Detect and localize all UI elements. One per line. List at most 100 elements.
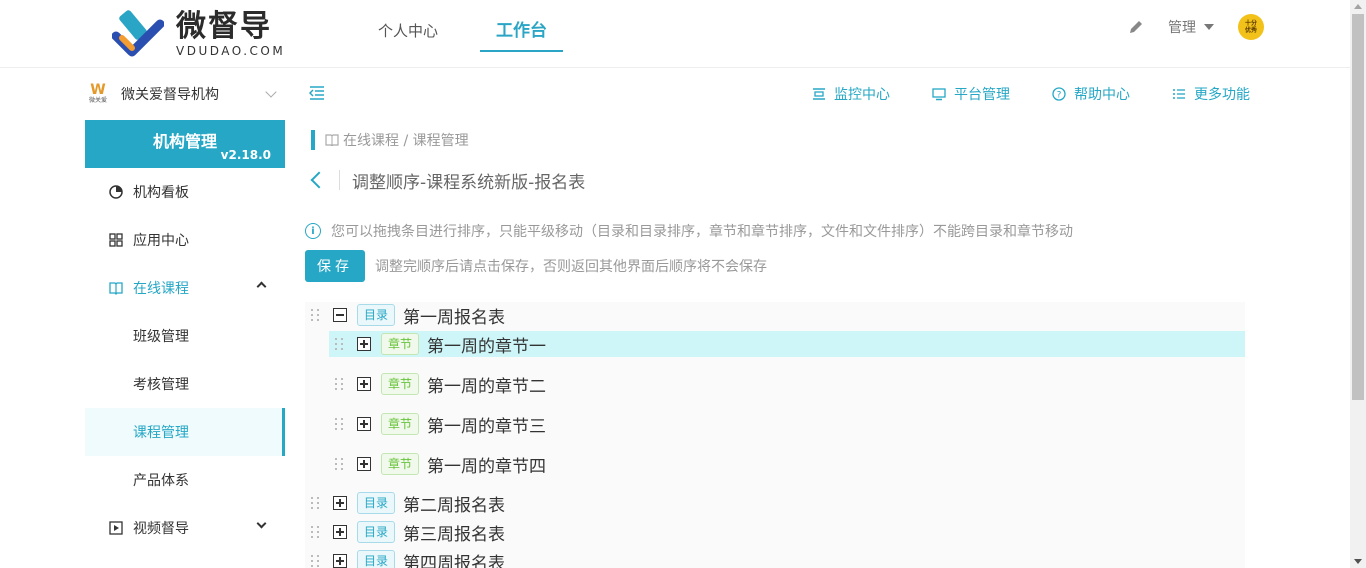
desktop-icon (932, 88, 946, 101)
info-tip: i 您可以拖拽条目进行排序，只能平级移动（目录和目录排序，章节和章节排序，文件和… (305, 221, 1073, 241)
play-icon (109, 521, 123, 535)
monitor-icon (813, 88, 825, 100)
expand-icon[interactable] (333, 496, 347, 510)
info-icon: i (305, 223, 321, 239)
drag-handle-icon[interactable] (335, 377, 347, 391)
page-title: 调整顺序-课程系统新版-报名表 (352, 172, 586, 193)
collapse-icon[interactable] (333, 308, 347, 322)
scroll-down-icon[interactable] (1354, 559, 1362, 564)
drag-handle-icon[interactable] (311, 525, 323, 539)
sidebar-item-product-system[interactable]: 产品体系 (85, 456, 285, 504)
drag-handle-icon[interactable] (311, 496, 323, 510)
avatar-text-bottom: 优秀 (1244, 27, 1257, 34)
org-logo-w-icon: W (90, 82, 106, 98)
tree-row-chapter[interactable]: 章节 第一周的章节二 (329, 371, 1245, 397)
expand-icon[interactable] (357, 457, 371, 471)
tree-row-label: 第一周的章节二 (427, 376, 547, 397)
sidebar-item-label: 机构看板 (133, 185, 189, 201)
tree-row-directory[interactable]: 目录 第三周报名表 (305, 519, 1245, 545)
directory-tag: 目录 (357, 550, 396, 568)
nav-workbench[interactable]: 工作台 (480, 0, 564, 52)
expand-icon[interactable] (357, 337, 371, 351)
sidebar-item-class-management[interactable]: 班级管理 (85, 312, 285, 360)
tree-row-directory[interactable]: 目录 第一周报名表 (305, 302, 1245, 328)
drag-handle-icon[interactable] (335, 457, 347, 471)
logo[interactable]: 微督导 VDUDAO.COM (112, 8, 285, 60)
sidebar-item-online-course[interactable]: 在线课程 (85, 264, 285, 312)
tool-link-label: 帮助中心 (1074, 87, 1130, 103)
directory-tag: 目录 (357, 521, 396, 543)
platform-management-link[interactable]: 平台管理 (932, 84, 1010, 104)
page-header: 调整顺序-课程系统新版-报名表 (305, 168, 586, 193)
logo-text-cn: 微督导 (176, 9, 272, 44)
tree-row-chapter[interactable]: 章节 第一周的章节一 (329, 331, 1245, 357)
sidebar-item-label: 视频督导 (133, 521, 189, 537)
org-logo-text: 微关爱 (88, 97, 107, 104)
sortable-tree: 目录 第一周报名表 章节 第一周的章节一 章节 第一周的章节二 章节 第一周的章… (305, 302, 1245, 568)
tree-row-label: 第一周的章节四 (427, 456, 547, 477)
tree-row-label: 第一周报名表 (403, 307, 506, 328)
save-hint: 调整完顺序后请点击保存，否则返回其他界面后顺序将不会保存 (375, 259, 767, 275)
sidebar-item-dashboard[interactable]: 机构看板 (85, 168, 285, 216)
breadcrumb-text[interactable]: 在线课程 / 课程管理 (343, 130, 469, 150)
logo-text-en: VDUDAO.COM (176, 44, 286, 58)
pie-chart-icon (109, 185, 123, 199)
more-features-link[interactable]: 更多功能 (1172, 84, 1250, 104)
grid-icon (109, 233, 123, 247)
sidebar-item-course-management[interactable]: 课程管理 (85, 408, 285, 456)
tree-row-label: 第二周报名表 (403, 495, 506, 516)
drag-handle-icon[interactable] (335, 417, 347, 431)
directory-tag: 目录 (357, 304, 396, 326)
admin-menu[interactable]: 管理 (1168, 17, 1196, 37)
avatar-text-top: 十分 (1244, 20, 1257, 27)
scrollbar-thumb[interactable] (1352, 14, 1364, 400)
avatar[interactable]: 十分 优秀 (1238, 14, 1264, 40)
tree-row-directory[interactable]: 目录 第二周报名表 (305, 490, 1245, 516)
scroll-up-icon[interactable] (1354, 4, 1362, 9)
sidebar-item-label: 在线课程 (133, 281, 189, 297)
page-scrollbar[interactable] (1350, 0, 1366, 568)
sidebar-item-app-center[interactable]: 应用中心 (85, 216, 285, 264)
expand-icon[interactable] (333, 554, 347, 568)
top-nav: 个人中心 工作台 (376, 0, 617, 68)
expand-icon[interactable] (357, 377, 371, 391)
directory-tag: 目录 (357, 492, 396, 514)
chevron-down-icon (256, 518, 267, 529)
pencil-icon[interactable] (1128, 19, 1144, 35)
chapter-tag: 章节 (381, 373, 420, 395)
tree-row-directory[interactable]: 目录 第四周报名表 (305, 548, 1245, 568)
tree-row-chapter[interactable]: 章节 第一周的章节三 (329, 411, 1245, 437)
expand-icon[interactable] (333, 525, 347, 539)
book-icon (109, 282, 123, 295)
question-circle-icon: ? (1052, 87, 1066, 101)
tree-row-chapter[interactable]: 章节 第一周的章节四 (329, 451, 1245, 477)
divider (339, 170, 340, 190)
chevron-up-icon (256, 281, 267, 292)
main-toolbar: 监控中心 平台管理 ? 帮助中心 更多功能 (305, 80, 1250, 108)
manage-card: 机构管理 v2.18.0 (85, 120, 285, 168)
caret-down-icon[interactable] (1204, 24, 1214, 30)
drag-handle-icon[interactable] (311, 554, 323, 568)
sidebar-item-exam-management[interactable]: 考核管理 (85, 360, 285, 408)
svg-text:?: ? (1057, 91, 1062, 101)
org-name: 微关爱督导机构 (121, 87, 219, 103)
sidebar-item-video-supervision[interactable]: 视频督导 (85, 504, 285, 552)
tree-row-label: 第三周报名表 (403, 524, 506, 545)
drag-handle-icon[interactable] (335, 337, 347, 351)
drag-handle-icon[interactable] (311, 308, 323, 322)
chapter-tag: 章节 (381, 413, 420, 435)
tree-row-label: 第四周报名表 (403, 553, 506, 568)
tree-row-label: 第一周的章节三 (427, 416, 547, 437)
back-arrow-icon[interactable] (310, 171, 328, 189)
nav-personal-center[interactable]: 个人中心 (376, 0, 440, 68)
help-center-link[interactable]: ? 帮助中心 (1052, 84, 1130, 104)
tip-text: 您可以拖拽条目进行排序，只能平级移动（目录和目录排序，章节和章节排序，文件和文件… (331, 224, 1073, 240)
save-button[interactable]: 保存 (305, 250, 365, 282)
expand-icon[interactable] (357, 417, 371, 431)
logo-icon (112, 10, 164, 57)
sidebar-item-label: 应用中心 (133, 233, 189, 249)
menu-collapse-icon[interactable] (309, 86, 325, 100)
org-selector[interactable]: W 微关爱 微关爱督导机构 (85, 69, 285, 119)
chevron-down-icon[interactable] (265, 86, 277, 98)
monitor-center-link[interactable]: 监控中心 (812, 84, 890, 104)
